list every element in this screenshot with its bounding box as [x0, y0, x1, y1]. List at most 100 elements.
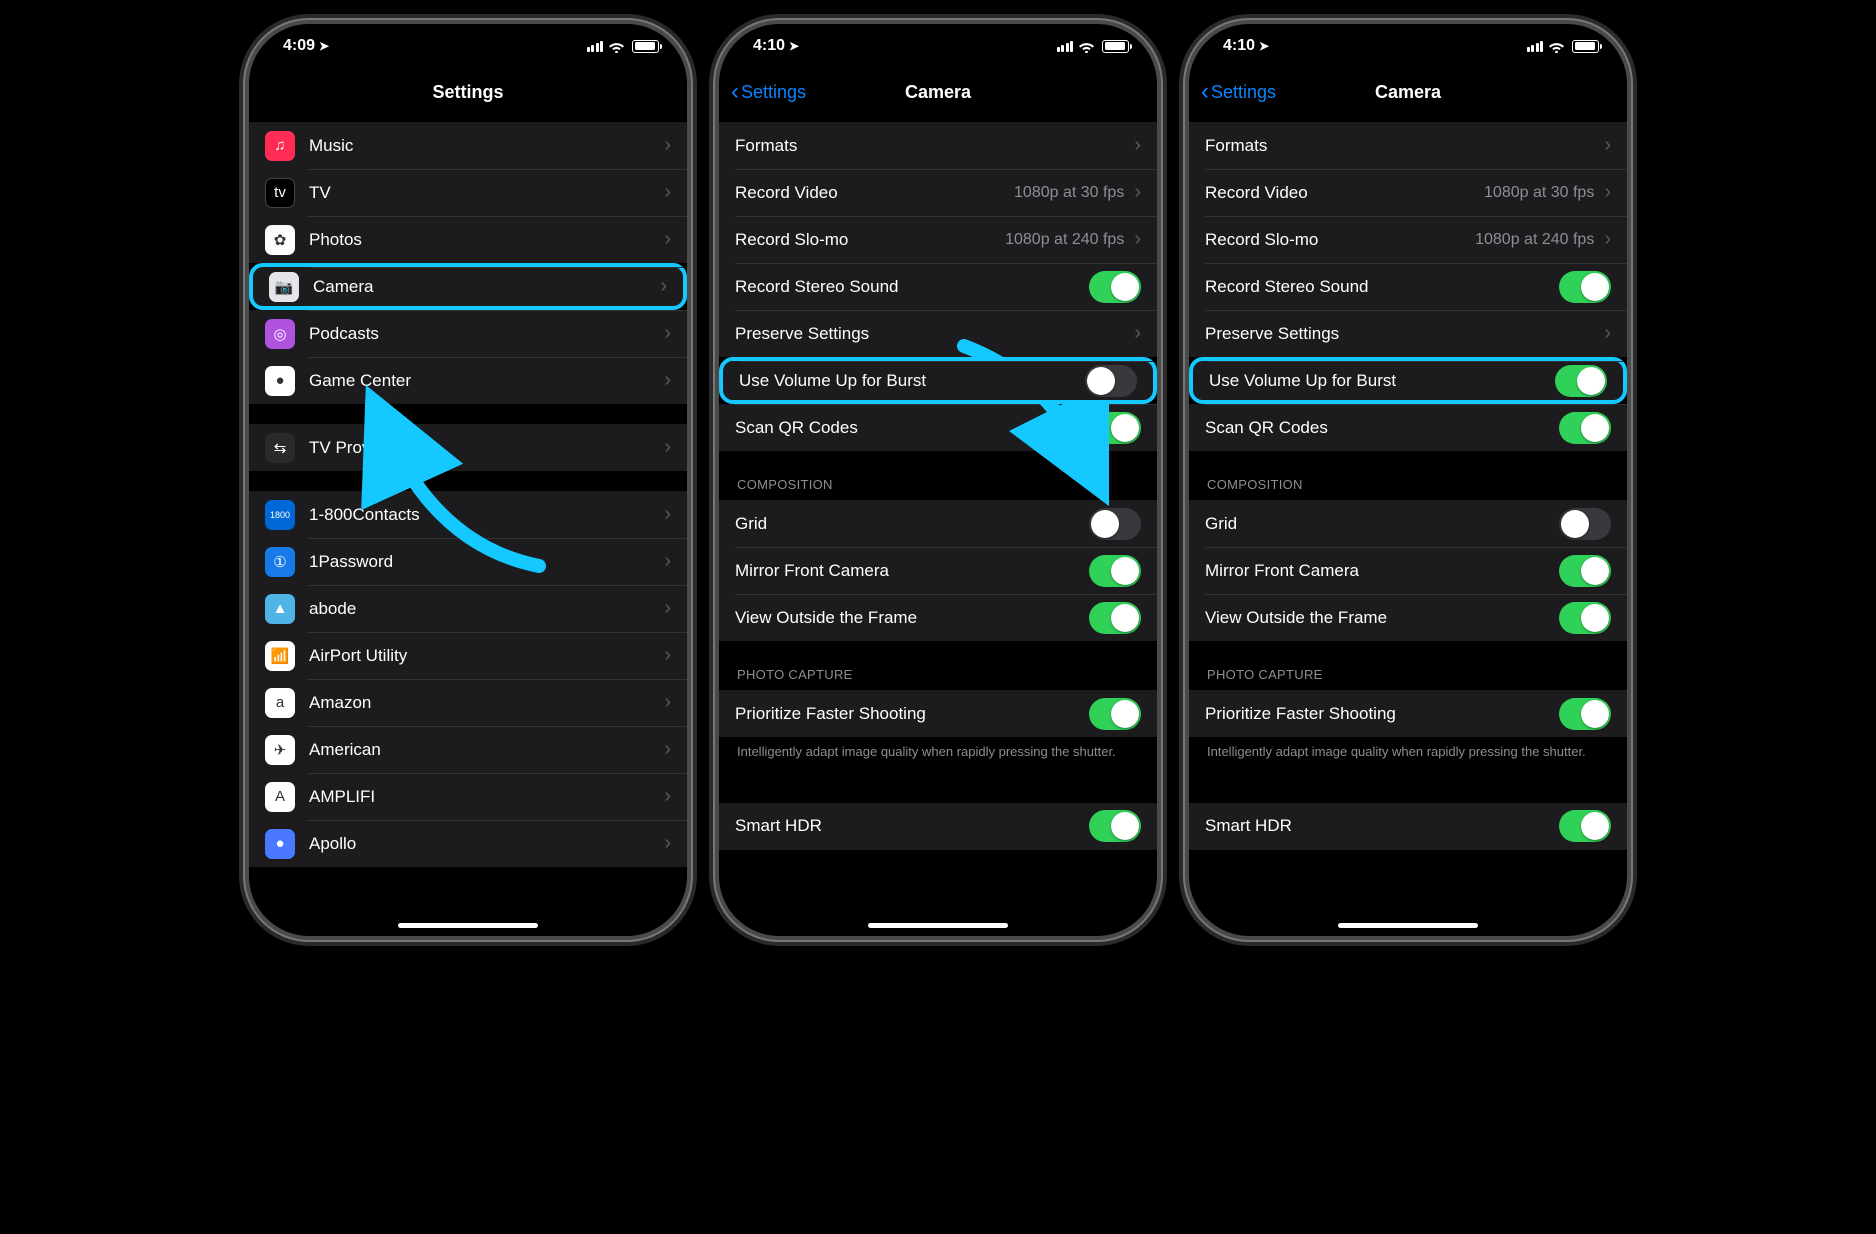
- toggle-faster[interactable]: [1559, 698, 1611, 730]
- tv-icon: tv: [265, 178, 295, 208]
- row-label: Formats: [735, 136, 1134, 156]
- row-label: Smart HDR: [1205, 816, 1559, 836]
- row-list: Smart HDR: [719, 803, 1157, 850]
- toggle-qr[interactable]: [1089, 412, 1141, 444]
- row-preserve[interactable]: Preserve Settings›: [1189, 310, 1627, 357]
- toggle-smarthdr[interactable]: [1089, 810, 1141, 842]
- row-mirror[interactable]: Mirror Front Camera: [1189, 547, 1627, 594]
- toggle-stereo[interactable]: [1559, 271, 1611, 303]
- row-music[interactable]: ♫Music›: [249, 122, 687, 169]
- toggle-volburst[interactable]: [1085, 365, 1137, 397]
- chevron-right-icon: ›: [664, 181, 671, 204]
- toggle-mirror[interactable]: [1089, 555, 1141, 587]
- row-recslomo[interactable]: Record Slo-mo1080p at 240 fps›: [719, 216, 1157, 263]
- back-button[interactable]: ‹Settings: [731, 80, 806, 104]
- row-mirror[interactable]: Mirror Front Camera: [719, 547, 1157, 594]
- row-outside[interactable]: View Outside the Frame: [719, 594, 1157, 641]
- chevron-right-icon: ›: [1134, 181, 1141, 204]
- row-label: View Outside the Frame: [735, 608, 1089, 628]
- row-tv[interactable]: tvTV›: [249, 169, 687, 216]
- location-icon: ➤: [789, 39, 799, 53]
- row-volburst[interactable]: Use Volume Up for Burst: [719, 357, 1157, 404]
- row-camera[interactable]: 📷Camera›: [249, 263, 687, 310]
- toggle-outside[interactable]: [1559, 602, 1611, 634]
- row-tvprovider[interactable]: ⇆TV Provider›: [249, 424, 687, 471]
- row-qr[interactable]: Scan QR Codes: [719, 404, 1157, 451]
- row-stereo[interactable]: Record Stereo Sound: [719, 263, 1157, 310]
- toggle-stereo[interactable]: [1089, 271, 1141, 303]
- row-1800[interactable]: 18001-800Contacts›: [249, 491, 687, 538]
- row-label: 1Password: [309, 552, 664, 572]
- chevron-right-icon: ›: [1604, 322, 1611, 345]
- row-recvideo[interactable]: Record Video1080p at 30 fps›: [1189, 169, 1627, 216]
- chevron-right-icon: ›: [664, 322, 671, 345]
- row-stereo[interactable]: Record Stereo Sound: [1189, 263, 1627, 310]
- nav-bar: ‹SettingsCamera: [719, 68, 1157, 116]
- row-value: 1080p at 30 fps: [1014, 184, 1124, 202]
- row-qr[interactable]: Scan QR Codes: [1189, 404, 1627, 451]
- toggle-smarthdr[interactable]: [1559, 810, 1611, 842]
- toggle-mirror[interactable]: [1559, 555, 1611, 587]
- camera-icon: 📷: [269, 272, 299, 302]
- row-photos[interactable]: ✿Photos›: [249, 216, 687, 263]
- chevron-right-icon: ›: [664, 738, 671, 761]
- content[interactable]: Formats›Record Video1080p at 30 fps›Reco…: [719, 116, 1157, 936]
- chevron-right-icon: ›: [664, 832, 671, 855]
- toggle-volburst[interactable]: [1555, 365, 1607, 397]
- row-amplifi[interactable]: AAMPLIFI›: [249, 773, 687, 820]
- row-apollo[interactable]: ●Apollo›: [249, 820, 687, 867]
- row-formats[interactable]: Formats›: [1189, 122, 1627, 169]
- location-icon: ➤: [319, 39, 329, 53]
- wifi-icon: [608, 40, 625, 53]
- row-recvideo[interactable]: Record Video1080p at 30 fps›: [719, 169, 1157, 216]
- row-recslomo[interactable]: Record Slo-mo1080p at 240 fps›: [1189, 216, 1627, 263]
- settings-group: Smart HDR: [719, 803, 1157, 850]
- row-formats[interactable]: Formats›: [719, 122, 1157, 169]
- status-icons: [1057, 40, 1130, 53]
- row-grid[interactable]: Grid: [1189, 500, 1627, 547]
- row-american[interactable]: ✈American›: [249, 726, 687, 773]
- music-icon: ♫: [265, 131, 295, 161]
- toggle-grid[interactable]: [1089, 508, 1141, 540]
- american-icon: ✈: [265, 735, 295, 765]
- row-faster[interactable]: Prioritize Faster Shooting: [719, 690, 1157, 737]
- row-label: Amazon: [309, 693, 664, 713]
- home-indicator: [868, 923, 1008, 928]
- photos-icon: ✿: [265, 225, 295, 255]
- row-label: Use Volume Up for Burst: [739, 371, 1085, 391]
- row-gamecenter[interactable]: ●Game Center›: [249, 357, 687, 404]
- status-time: 4:10➤: [753, 37, 799, 55]
- row-label: Formats: [1205, 136, 1604, 156]
- row-amazon[interactable]: aAmazon›: [249, 679, 687, 726]
- row-1password[interactable]: ①1Password›: [249, 538, 687, 585]
- wifi-icon: [1078, 40, 1095, 53]
- row-grid[interactable]: Grid: [719, 500, 1157, 547]
- signal-icon: [1527, 41, 1544, 52]
- toggle-grid[interactable]: [1559, 508, 1611, 540]
- row-airport[interactable]: 📶AirPort Utility›: [249, 632, 687, 679]
- row-label: Apollo: [309, 834, 664, 854]
- row-faster[interactable]: Prioritize Faster Shooting: [1189, 690, 1627, 737]
- screen: 4:10➤‹SettingsCameraFormats›Record Video…: [1189, 24, 1627, 936]
- row-outside[interactable]: View Outside the Frame: [1189, 594, 1627, 641]
- back-button[interactable]: ‹Settings: [1201, 80, 1276, 104]
- row-label: Record Video: [1205, 183, 1484, 203]
- row-label: Scan QR Codes: [735, 418, 1089, 438]
- toggle-faster[interactable]: [1089, 698, 1141, 730]
- settings-group: Formats›Record Video1080p at 30 fps›Reco…: [719, 122, 1157, 451]
- row-podcasts[interactable]: ◎Podcasts›: [249, 310, 687, 357]
- toggle-qr[interactable]: [1559, 412, 1611, 444]
- content[interactable]: ♫Music›tvTV›✿Photos›📷Camera›◎Podcasts›●G…: [249, 116, 687, 936]
- row-smarthdr[interactable]: Smart HDR: [719, 803, 1157, 850]
- row-preserve[interactable]: Preserve Settings›: [719, 310, 1157, 357]
- row-list: Prioritize Faster Shooting: [1189, 690, 1627, 737]
- toggle-outside[interactable]: [1089, 602, 1141, 634]
- row-label: Podcasts: [309, 324, 664, 344]
- content[interactable]: Formats›Record Video1080p at 30 fps›Reco…: [1189, 116, 1627, 936]
- row-smarthdr[interactable]: Smart HDR: [1189, 803, 1627, 850]
- chevron-right-icon: ›: [664, 691, 671, 714]
- row-abode[interactable]: ▲abode›: [249, 585, 687, 632]
- row-volburst[interactable]: Use Volume Up for Burst: [1189, 357, 1627, 404]
- screen: 4:09➤Settings♫Music›tvTV›✿Photos›📷Camera…: [249, 24, 687, 936]
- settings-group: ⇆TV Provider›: [249, 424, 687, 471]
